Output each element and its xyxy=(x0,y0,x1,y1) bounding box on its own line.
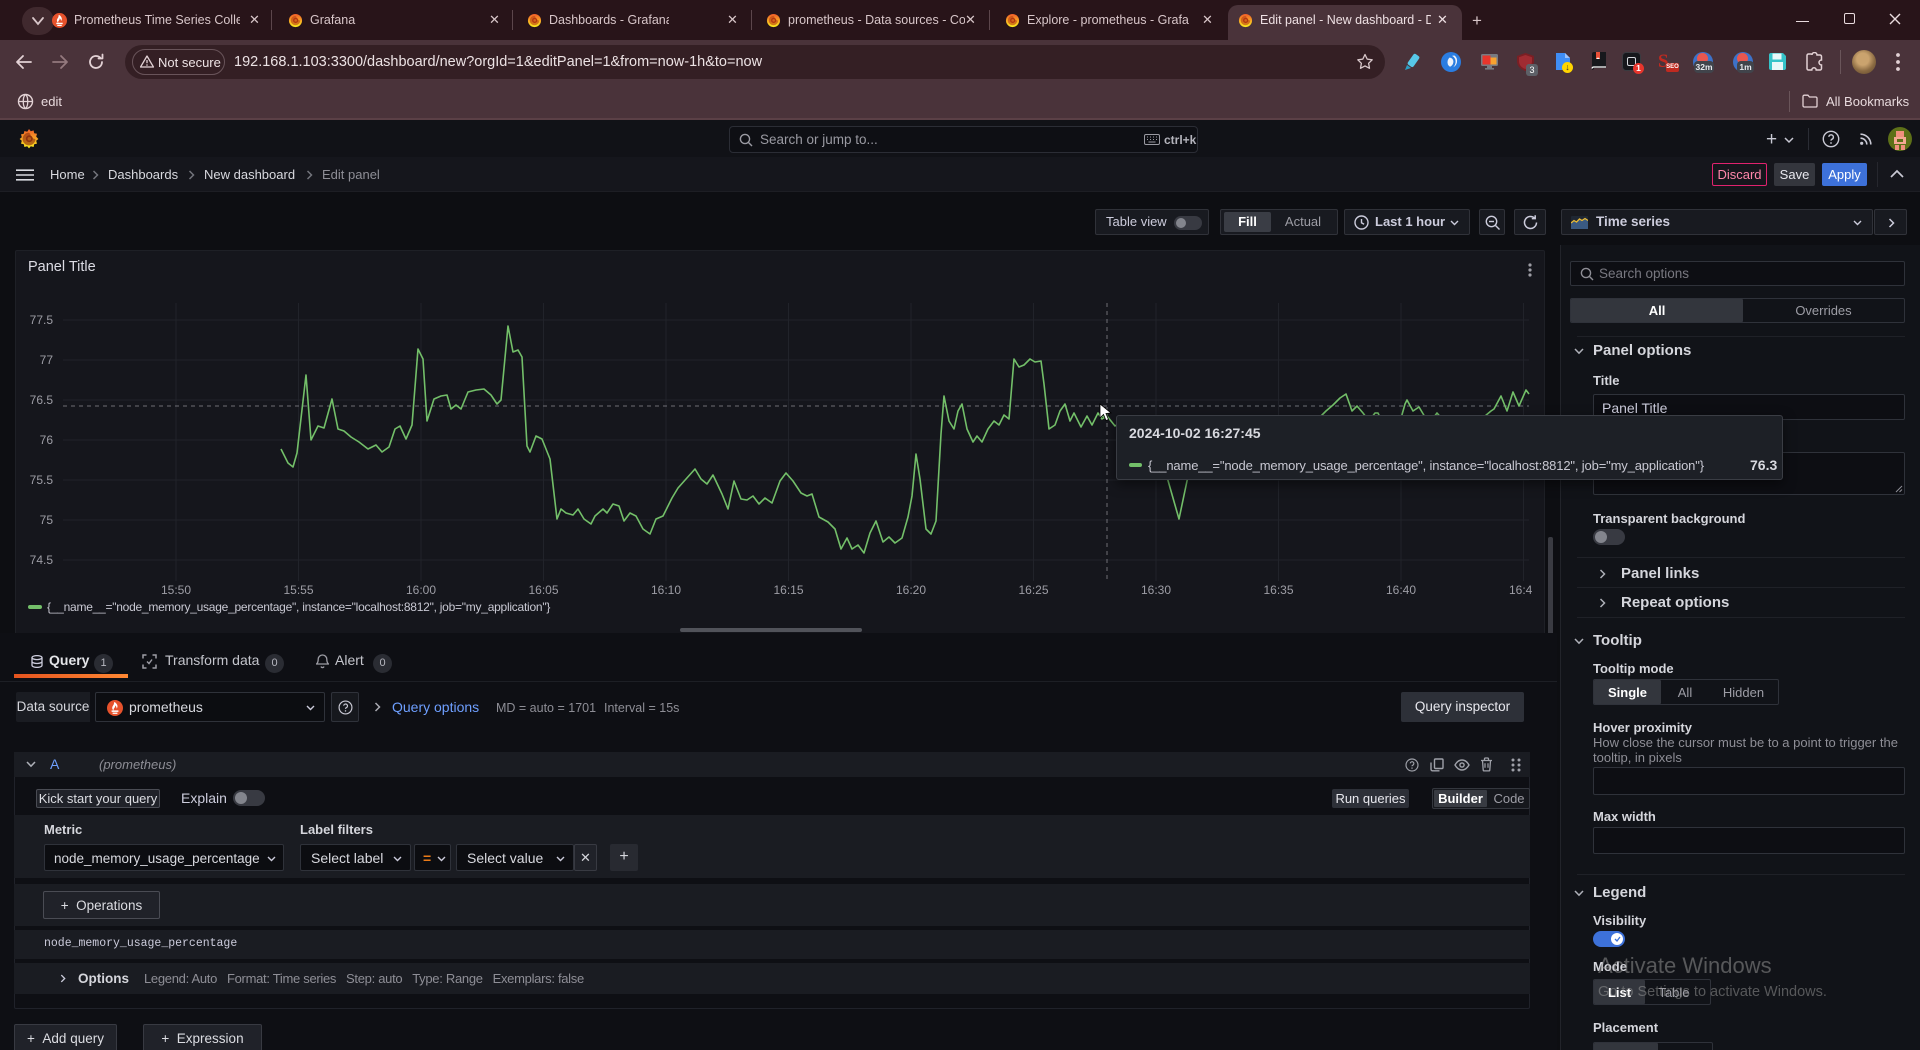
svg-text:16:4: 16:4 xyxy=(1509,583,1533,597)
svg-text:76: 76 xyxy=(40,433,54,447)
svg-text:76.5: 76.5 xyxy=(30,393,54,407)
svg-text:16:35: 16:35 xyxy=(1263,583,1293,597)
svg-text:16:05: 16:05 xyxy=(528,583,558,597)
svg-text:16:00: 16:00 xyxy=(406,583,436,597)
svg-text:75.5: 75.5 xyxy=(30,473,54,487)
svg-text:16:15: 16:15 xyxy=(773,583,803,597)
svg-text:75: 75 xyxy=(40,513,54,527)
svg-text:15:55: 15:55 xyxy=(283,583,313,597)
svg-text:16:40: 16:40 xyxy=(1386,583,1416,597)
svg-text:77: 77 xyxy=(40,353,54,367)
svg-text:16:30: 16:30 xyxy=(1141,583,1171,597)
svg-text:77.5: 77.5 xyxy=(30,313,54,327)
svg-text:16:10: 16:10 xyxy=(651,583,681,597)
svg-text:74.5: 74.5 xyxy=(30,553,54,567)
svg-text:15:50: 15:50 xyxy=(161,583,191,597)
svg-text:16:25: 16:25 xyxy=(1018,583,1048,597)
svg-text:16:20: 16:20 xyxy=(896,583,926,597)
